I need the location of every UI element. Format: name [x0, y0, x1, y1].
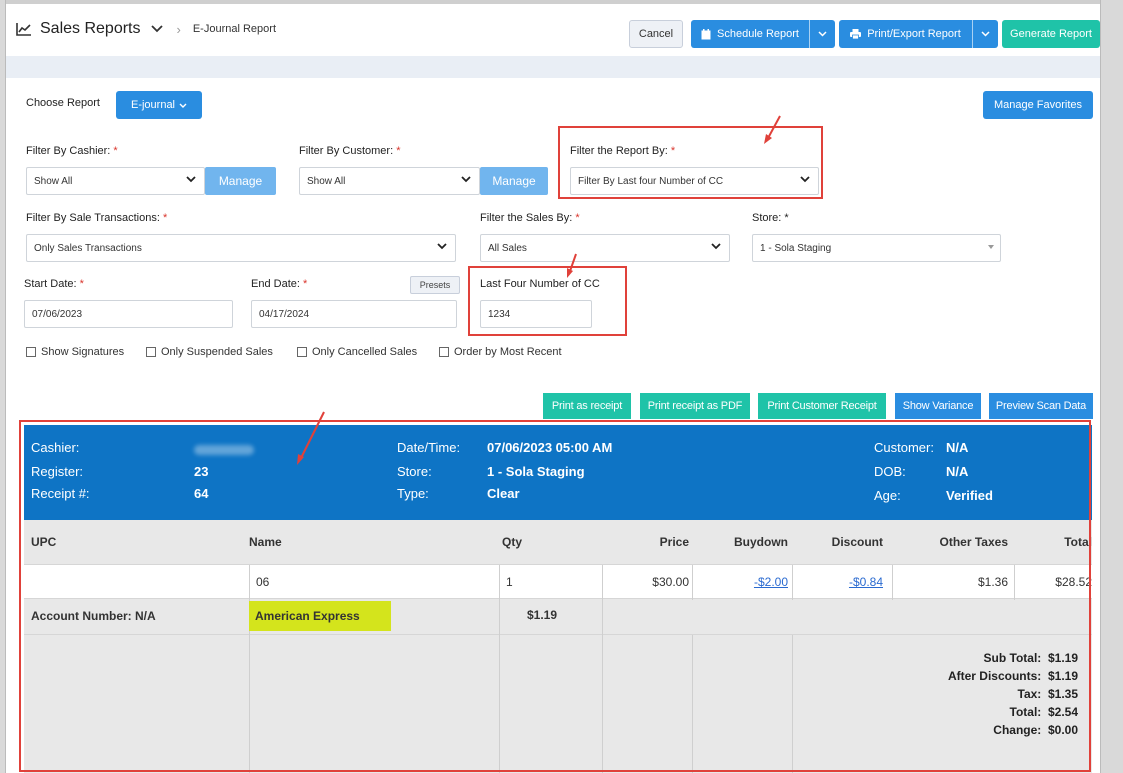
- annotation-arrowhead: [567, 268, 573, 278]
- annotation-arrowhead: [764, 134, 772, 144]
- annotation-arrows: [297, 115, 781, 465]
- annotation-arrow: [299, 411, 325, 461]
- app-frame: Sales Reports › E-Journal Report Cancel …: [5, 0, 1101, 773]
